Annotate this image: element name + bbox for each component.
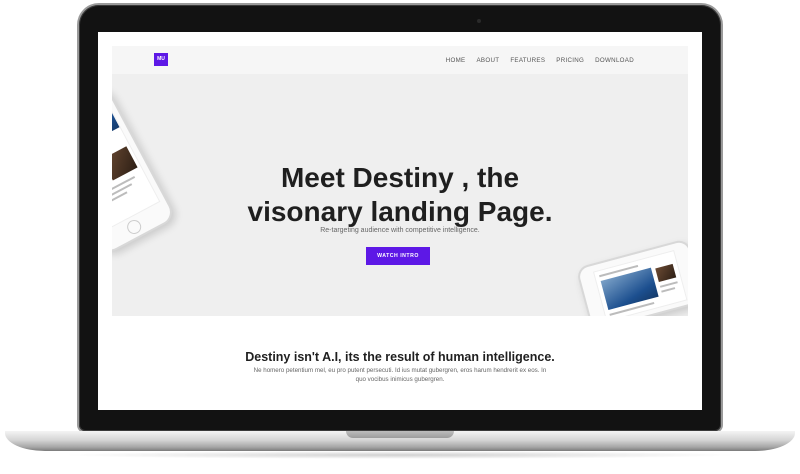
phone-screen: [592, 249, 688, 316]
camera-icon: [477, 19, 481, 23]
nav-pricing[interactable]: PRICING: [556, 57, 584, 64]
phone-mockup-right: [575, 238, 688, 316]
section-body: Ne homero petentium mel, eu pro putent p…: [253, 367, 547, 383]
nav-home[interactable]: HOME: [446, 57, 466, 64]
nav-download[interactable]: DOWNLOAD: [595, 57, 634, 64]
laptop-notch: [346, 431, 454, 438]
phone-text-line: [661, 287, 676, 293]
watch-intro-button[interactable]: WATCH INTRO: [366, 247, 430, 265]
phone-text-line: [659, 281, 678, 288]
laptop-screen: MU HOME ABOUT FEATURES PRICING DOWNLOAD: [98, 32, 702, 410]
nav-about[interactable]: ABOUT: [476, 57, 499, 64]
navbar: MU HOME ABOUT FEATURES PRICING DOWNLOAD: [112, 46, 688, 74]
hero-title-line2: visonary landing Page.: [247, 196, 553, 227]
phone-thumb-image: [655, 263, 677, 283]
hero-subtitle: Re-targeting audience with competitive i…: [320, 227, 480, 234]
logo[interactable]: MU: [154, 53, 168, 66]
intro-section: Destiny isn't A.I, its the result of hum…: [112, 316, 688, 410]
nav-menu: HOME ABOUT FEATURES PRICING DOWNLOAD: [446, 46, 634, 74]
landing-page: MU HOME ABOUT FEATURES PRICING DOWNLOAD: [112, 46, 688, 410]
laptop-shadow: [60, 451, 740, 459]
nav-features[interactable]: FEATURES: [510, 57, 545, 64]
hero-section: Meet Destiny , the visonary landing Page…: [112, 74, 688, 316]
section-title: Destiny isn't A.I, its the result of hum…: [245, 350, 555, 364]
hero-title-line1: Meet Destiny , the: [280, 162, 520, 193]
